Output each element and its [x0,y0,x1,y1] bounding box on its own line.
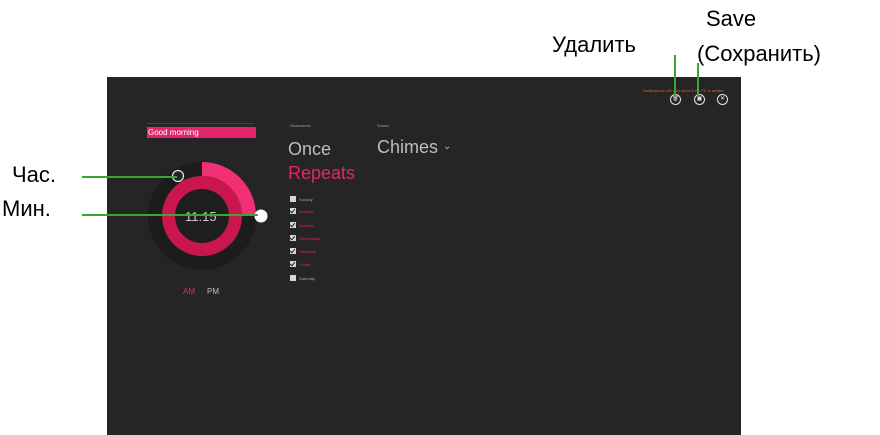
am-toggle[interactable]: AM [183,287,195,296]
day-label: Tuesday [299,223,315,228]
day-label: Sunday [299,197,313,202]
awake-notice: Notifications will only show if the PC i… [643,88,724,93]
alarm-app-screen: Good morning 11:15 AM PM Occurrence Once… [107,77,741,435]
save-leader-line [697,63,699,96]
sound-value: Chimes [377,137,439,157]
day-checkbox[interactable] [290,208,296,214]
delete-leader-line [674,55,676,97]
close-icon[interactable]: ✕ [717,94,728,105]
day-checkbox[interactable] [290,261,296,267]
alarm-time: 11:15 [185,209,217,224]
sound-dropdown[interactable]: Chimes ⌄ [377,137,451,158]
day-checkbox[interactable] [290,248,296,254]
minute-leader-line [82,214,258,216]
occurrence-label: Occurrence [290,123,311,128]
day-label: Saturday [299,276,316,281]
day-label: Wednesday [299,236,321,241]
day-checkbox[interactable] [290,196,296,202]
day-label: Friday [299,262,311,267]
day-checkbox[interactable] [290,222,296,228]
chevron-down-icon: ⌄ [443,141,452,152]
save-callout-line2: (Сохранить) [697,41,821,66]
day-checkbox[interactable] [290,275,296,281]
pm-toggle[interactable]: PM [207,287,219,296]
day-label: Monday [299,209,314,214]
minute-handle[interactable] [254,209,268,223]
occurrence-repeats[interactable]: Repeats [288,163,355,184]
day-checkbox[interactable] [290,235,296,241]
occurrence-once[interactable]: Once [288,139,331,160]
delete-callout: Удалить [552,32,636,57]
hour-leader-line [82,176,177,178]
save-icon[interactable]: ▣ [694,94,705,105]
hour-callout: Час. [12,162,57,187]
time-dial [148,162,268,270]
sound-label: Sound [377,123,389,128]
minute-callout: Мин. [2,196,51,221]
day-label: Thursday [299,249,316,254]
save-callout-line1: Save [706,6,757,31]
